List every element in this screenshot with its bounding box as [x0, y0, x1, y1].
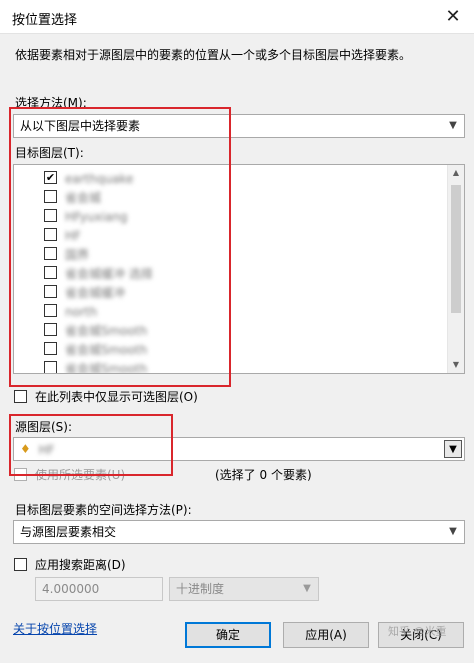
layer-checkbox[interactable] — [44, 361, 57, 373]
layer-name: 省会城缓冲 — [65, 285, 126, 300]
scroll-down-icon[interactable]: ▼ — [448, 357, 464, 373]
layer-checkbox[interactable] — [44, 247, 57, 260]
target-layers-label: 目标图层(T): — [15, 146, 84, 160]
layer-checkbox[interactable] — [44, 209, 57, 222]
selection-method-value: 从以下图层中选择要素 — [20, 119, 141, 133]
list-item[interactable]: north — [44, 302, 97, 320]
list-item[interactable]: 省会城Smooth — [44, 359, 148, 374]
chevron-down-icon: ▼ — [444, 440, 462, 458]
only-selectable-label: 在此列表中仅显示可选图层(O) — [35, 390, 198, 404]
layer-checkbox[interactable] — [44, 171, 57, 184]
layer-checkbox[interactable] — [44, 323, 57, 336]
layer-name: 省会城 — [65, 190, 102, 205]
layer-name: earthquake — [65, 171, 134, 186]
layer-checkbox[interactable] — [44, 228, 57, 241]
list-item[interactable]: earthquake — [44, 169, 133, 187]
target-layers-list[interactable]: earthquake 省会城 HFyuxiang HF 国界 省会城缓冲 选择 … — [13, 164, 465, 374]
close-icon[interactable]: ✕ — [440, 4, 466, 30]
layer-name: HF — [65, 228, 81, 243]
source-layer-dropdown[interactable]: ♦ HF ▼ — [13, 437, 465, 461]
chevron-down-icon: ▼ — [303, 583, 311, 594]
selected-count-status: (选择了 0 个要素) — [215, 468, 312, 482]
layer-icon: ♦ — [20, 442, 31, 456]
list-item[interactable]: 省会城Smooth — [44, 321, 147, 339]
layer-name: HFyuxiang — [65, 209, 128, 224]
search-distance-checkbox[interactable] — [14, 558, 27, 571]
layer-name: 国界 — [65, 247, 90, 262]
use-selected-checkbox[interactable] — [14, 468, 27, 481]
chevron-down-icon: ▼ — [449, 526, 457, 537]
use-selected-checkbox-row[interactable]: 使用所选要素(U) — [14, 466, 125, 483]
close-button[interactable]: 关闭(C) — [378, 622, 464, 648]
list-item[interactable]: 省会城 — [44, 188, 101, 206]
scroll-thumb[interactable] — [451, 185, 461, 313]
layer-checkbox[interactable] — [44, 304, 57, 317]
selection-method-dropdown[interactable]: 从以下图层中选择要素 ▼ — [13, 114, 465, 138]
layer-checkbox[interactable] — [44, 285, 57, 298]
only-selectable-checkbox[interactable] — [14, 390, 27, 403]
layer-name: 省会城Smooth — [65, 361, 148, 374]
layer-checkbox[interactable] — [44, 190, 57, 203]
ok-button[interactable]: 确定 — [185, 622, 271, 648]
window-title: 按位置选择 — [12, 13, 78, 28]
spatial-method-dropdown[interactable]: 与源图层要素相交 ▼ — [13, 520, 465, 544]
scroll-up-icon[interactable]: ▲ — [448, 165, 464, 181]
list-item[interactable]: HFyuxiang — [44, 207, 128, 225]
list-item[interactable]: 省会城Smooth — [44, 340, 147, 358]
layer-name: 省会城Smooth — [65, 342, 148, 357]
list-scrollbar[interactable]: ▲ ▼ — [447, 165, 464, 373]
chevron-down-icon: ▼ — [449, 120, 457, 131]
distance-unit-value: 十进制度 — [176, 582, 225, 596]
list-item[interactable]: 国界 — [44, 245, 89, 263]
help-link[interactable]: 关于按位置选择 — [13, 620, 97, 637]
selection-method-label: 选择方法(M): — [15, 96, 87, 110]
search-distance-input[interactable]: 4.000000 — [35, 577, 163, 601]
spatial-method-label: 目标图层要素的空间选择方法(P): — [15, 503, 192, 517]
spatial-method-value: 与源图层要素相交 — [20, 525, 117, 539]
list-item[interactable]: HF — [44, 226, 81, 244]
layer-name: north — [65, 304, 98, 319]
distance-unit-dropdown[interactable]: 十进制度 ▼ — [169, 577, 319, 601]
source-layer-value: HF — [38, 442, 55, 457]
title-bar: 按位置选择 ✕ — [0, 0, 474, 34]
source-layer-label: 源图层(S): — [15, 420, 73, 434]
apply-button[interactable]: 应用(A) — [283, 622, 369, 648]
layer-checkbox[interactable] — [44, 342, 57, 355]
search-distance-label: 应用搜索距离(D) — [35, 558, 126, 572]
search-distance-checkbox-row[interactable]: 应用搜索距离(D) — [14, 556, 126, 573]
use-selected-label: 使用所选要素(U) — [35, 468, 126, 482]
layer-name: 省会城缓冲 选择 — [65, 266, 153, 281]
layer-name: 省会城Smooth — [65, 323, 148, 338]
only-selectable-checkbox-row[interactable]: 在此列表中仅显示可选图层(O) — [14, 388, 198, 405]
dialog-description: 依据要素相对于源图层中的要素的位置从一个或多个目标图层中选择要素。 — [15, 48, 412, 62]
list-item[interactable]: 省会城缓冲 — [44, 283, 125, 301]
layer-checkbox[interactable] — [44, 266, 57, 279]
list-item[interactable]: 省会城缓冲 选择 — [44, 264, 153, 282]
